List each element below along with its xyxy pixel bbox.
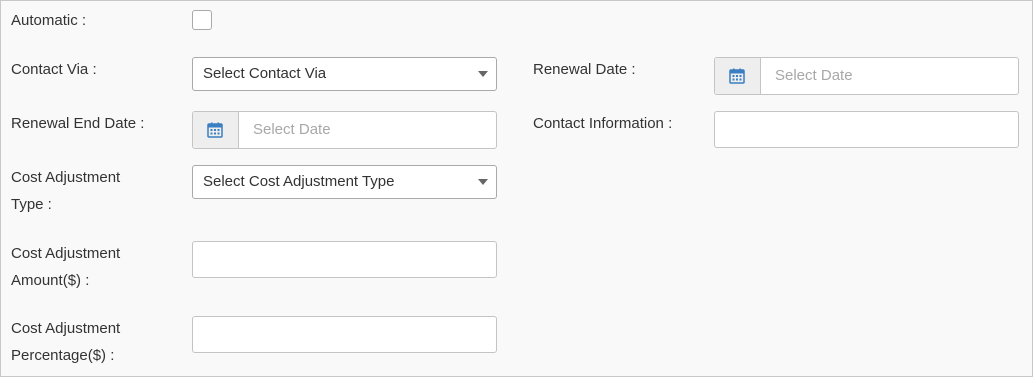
automatic-label: Automatic : xyxy=(11,12,87,29)
cost-adjustment-percentage-input[interactable] xyxy=(192,316,497,353)
cost-adjustment-type-select[interactable]: Select Cost Adjustment Type xyxy=(192,165,497,199)
renewal-end-date-input[interactable]: Select Date xyxy=(253,112,331,148)
renewal-date-label: Renewal Date : xyxy=(533,61,636,78)
cost-adjustment-amount-label-line1: Cost Adjustment xyxy=(11,245,121,262)
contact-information-label: Contact Information : xyxy=(533,115,673,132)
cost-adjustment-type-value: Select Cost Adjustment Type xyxy=(203,173,395,190)
renewal-end-date-label: Renewal End Date : xyxy=(11,115,145,132)
cost-adjustment-amount-label-line2: Amount($) : xyxy=(11,272,90,289)
renewal-end-date-field[interactable]: Select Date xyxy=(192,111,497,149)
cost-adjustment-percentage-label-line2: Percentage($) : xyxy=(11,347,115,364)
renewal-date-field[interactable]: Select Date xyxy=(714,57,1019,95)
cost-adjustment-amount-input[interactable] xyxy=(192,241,497,278)
cost-adjustment-percentage-label: Cost Adjustment Percentage($) : xyxy=(11,315,120,369)
contact-via-select[interactable]: Select Contact Via xyxy=(192,57,497,91)
chevron-down-icon xyxy=(478,179,488,185)
renewal-date-input[interactable]: Select Date xyxy=(775,58,853,94)
renewal-date-calendar-button[interactable] xyxy=(715,58,761,94)
calendar-icon xyxy=(729,68,745,84)
contact-via-label: Contact Via : xyxy=(11,61,97,78)
renewal-end-date-calendar-button[interactable] xyxy=(193,112,239,148)
form-panel: Automatic : Contact Via : Select Contact… xyxy=(0,0,1033,377)
contact-information-input[interactable] xyxy=(714,111,1019,148)
cost-adjustment-type-label-line1: Cost Adjustment xyxy=(11,169,121,186)
contact-via-value: Select Contact Via xyxy=(203,65,327,82)
cost-adjustment-type-label-line2: Type : xyxy=(11,196,52,213)
automatic-checkbox[interactable] xyxy=(192,10,212,30)
cost-adjustment-percentage-label-line1: Cost Adjustment xyxy=(11,320,121,337)
chevron-down-icon xyxy=(478,71,488,77)
calendar-icon xyxy=(207,122,223,138)
cost-adjustment-amount-label: Cost Adjustment Amount($) : xyxy=(11,240,120,294)
cost-adjustment-type-label: Cost Adjustment Type : xyxy=(11,164,120,218)
